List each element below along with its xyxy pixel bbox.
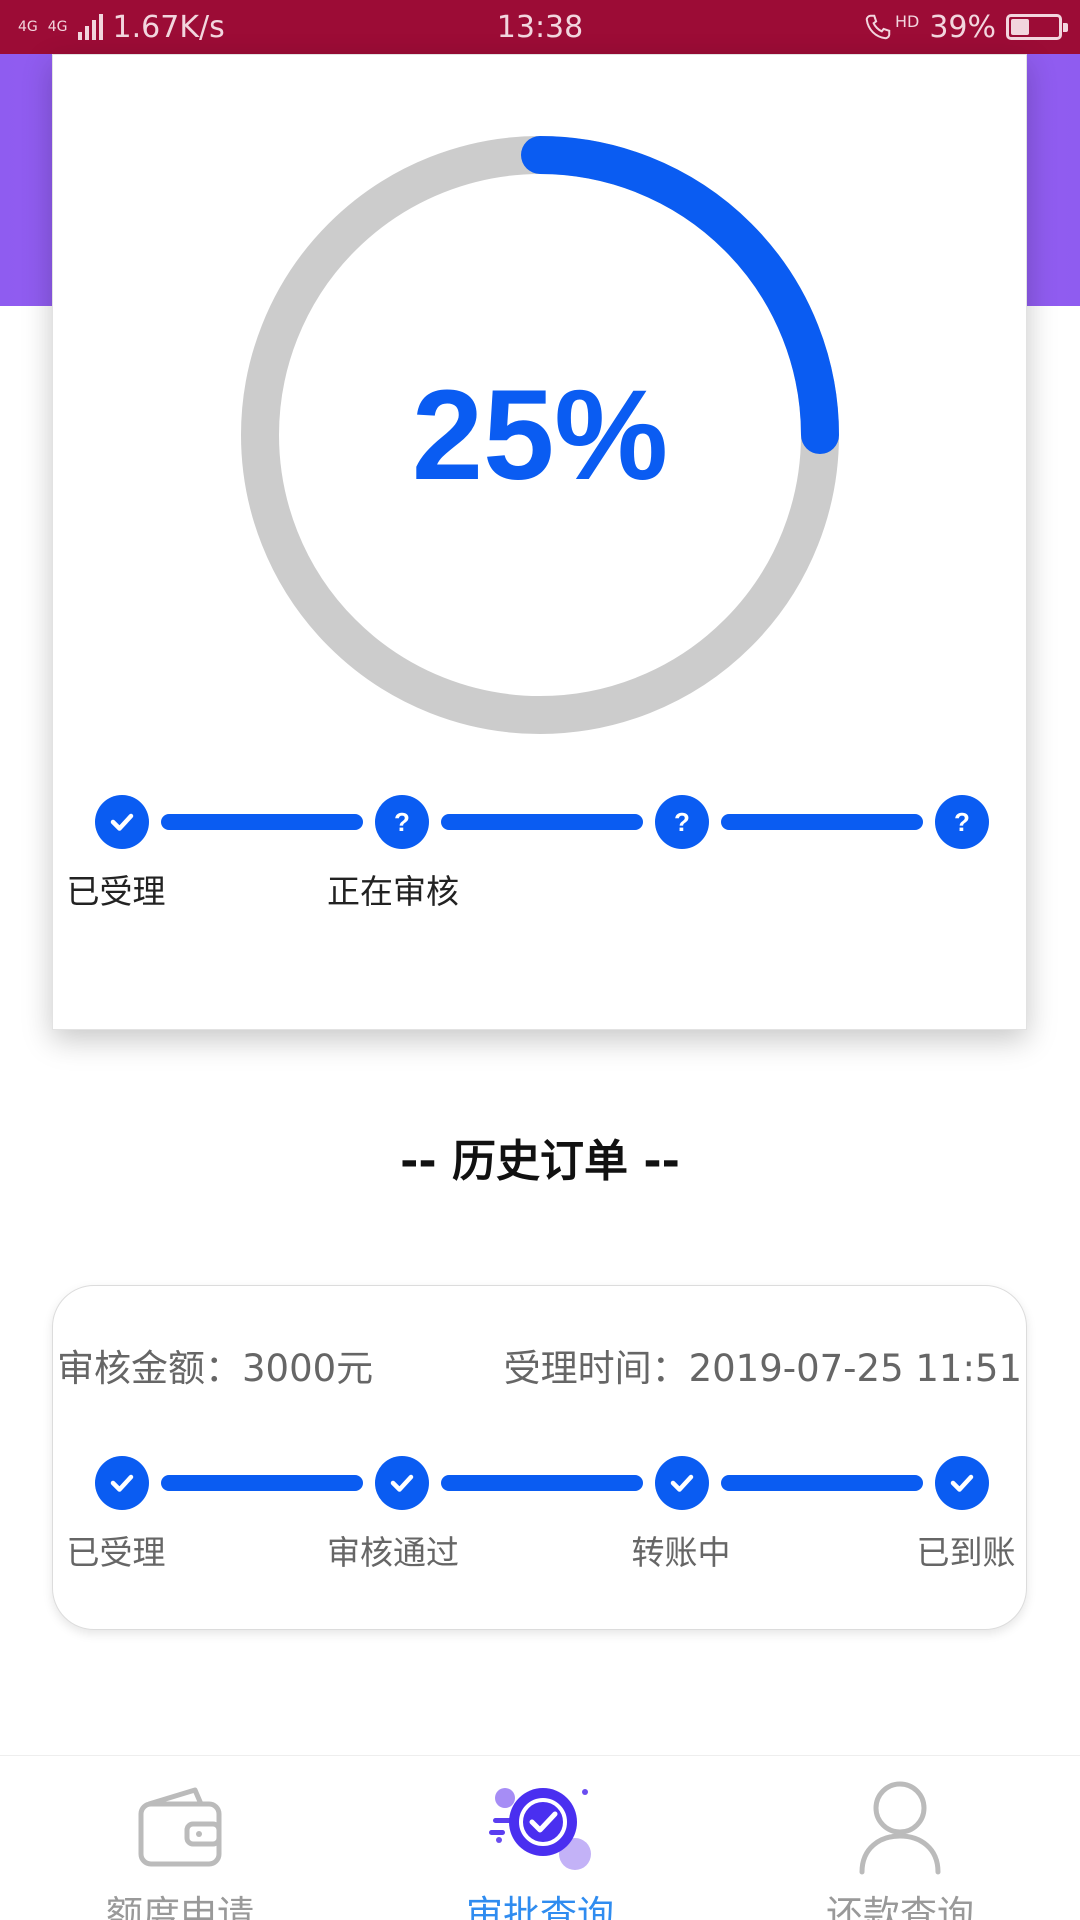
wallet-icon	[125, 1776, 235, 1876]
step-connector	[441, 814, 643, 830]
step-label: 正在审核	[327, 872, 459, 911]
nav-item-repayment-query[interactable]: 还款查询	[720, 1756, 1080, 1920]
nav-label-approval-query: 审批查询	[466, 1893, 614, 1920]
step-connector	[721, 814, 923, 830]
step-pending-icon: ?	[935, 795, 989, 849]
history-order-stepper: 已受理 审核通过 转账中 已到账	[53, 1456, 1028, 1576]
progress-ring: 25%	[240, 135, 840, 735]
step-check-icon	[655, 1456, 709, 1510]
step-label: 审核通过	[327, 1533, 459, 1572]
nav-item-credit-apply[interactable]: 额度申请	[0, 1756, 360, 1920]
network-label-a: 4G	[18, 19, 38, 35]
order-time: 受理时间：2019-07-25 11:51	[503, 1347, 1022, 1390]
nav-label-credit-apply: 额度申请	[106, 1893, 254, 1920]
current-order-stepper: 已受理? 正在审核??	[53, 795, 1028, 915]
hd-badge: HD	[894, 11, 920, 31]
step-check-icon	[95, 795, 149, 849]
phone-call-icon	[865, 14, 891, 40]
step-connector	[161, 1475, 363, 1491]
step-check-icon	[935, 1456, 989, 1510]
step-check-icon	[375, 1456, 429, 1510]
battery-icon	[1006, 14, 1068, 40]
network-speed: 1.67K/s	[112, 9, 225, 45]
network-type-b: 4G	[48, 20, 68, 34]
step-connector	[441, 1475, 643, 1491]
step-pending-icon: ?	[655, 795, 709, 849]
step-label: 已受理	[66, 1533, 166, 1572]
history-order-info: 审核金额：3000元 受理时间：2019-07-25 11:51	[57, 1338, 1022, 1392]
step-label: 已到账	[916, 1533, 1016, 1572]
bottom-nav: 额度申请 审批查询 还款查询	[0, 1755, 1080, 1920]
battery-level	[1011, 19, 1029, 35]
signal-icon	[77, 14, 103, 40]
history-order-card[interactable]: 审核金额：3000元 受理时间：2019-07-25 11:51 已受理 审核通过…	[52, 1285, 1027, 1630]
approval-check-icon	[485, 1776, 595, 1876]
nav-label-repayment-query: 还款查询	[826, 1893, 974, 1920]
history-title: -- 历史订单 --	[400, 1136, 680, 1187]
step-connector	[161, 814, 363, 830]
nav-item-approval-query[interactable]: 审批查询	[360, 1756, 720, 1920]
user-icon	[845, 1776, 955, 1876]
step-label: 转账中	[631, 1533, 731, 1572]
network-label-b: 4G	[47, 19, 68, 35]
step-connector	[721, 1475, 923, 1491]
order-amount: 审核金额：3000元	[57, 1347, 374, 1390]
network-type: 4G	[18, 20, 38, 34]
progress-card: 25% 已受理? 正在审核??	[52, 54, 1027, 1030]
battery-percent: 39%	[929, 9, 996, 45]
step-pending-icon: ?	[375, 795, 429, 849]
step-check-icon	[95, 1456, 149, 1510]
status-right: HD 39%	[863, 9, 1068, 45]
status-bar: 4G 4G 1.67K/s 13:38 HD 39%	[0, 0, 1080, 54]
step-label: 已受理	[66, 872, 166, 911]
status-left: 4G 4G 1.67K/s	[18, 10, 225, 45]
progress-percent: 25%	[411, 363, 669, 507]
